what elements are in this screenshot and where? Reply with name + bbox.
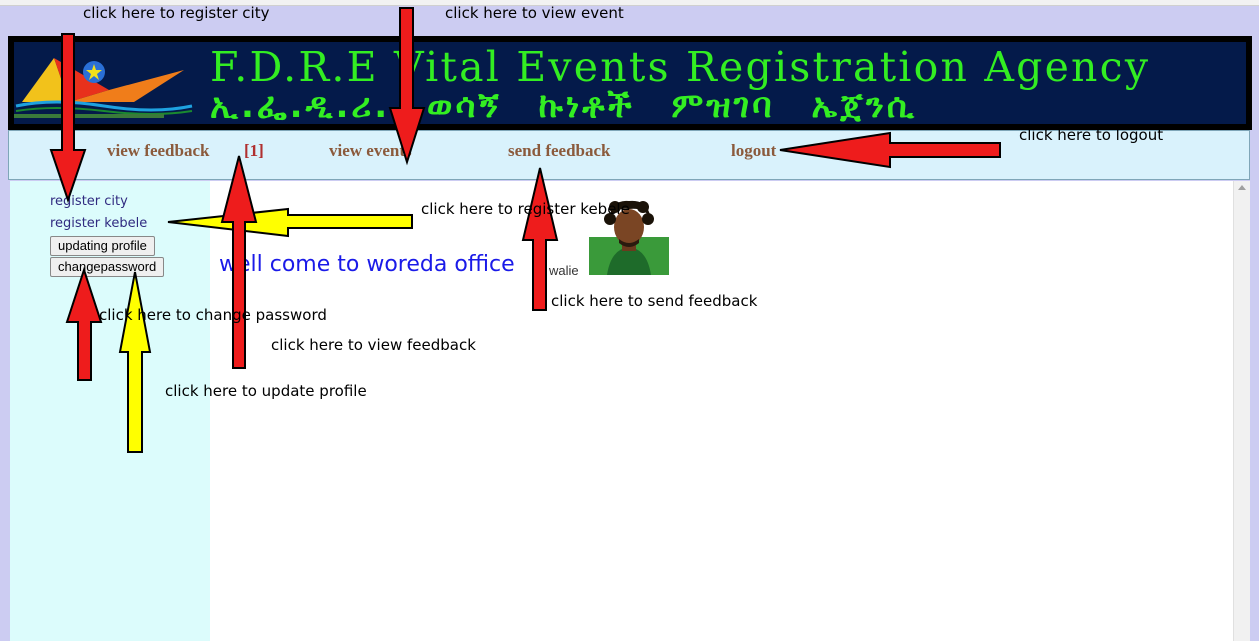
updating-profile-button[interactable]: updating profile (50, 236, 155, 256)
annotation-register-city: click here to register city (83, 4, 270, 22)
nav-view-events[interactable]: view events (329, 141, 412, 161)
register-city-link[interactable]: register city (50, 194, 128, 209)
annotation-logout: click here to logout (1019, 126, 1164, 144)
main-content (210, 181, 1233, 641)
change-password-button[interactable]: changepassword (50, 257, 165, 277)
welcome-heading: well come to woreda office (219, 252, 515, 277)
annotation-send-feedback: click here to send feedback (551, 292, 758, 310)
annotation-view-feedback: click here to view feedback (271, 336, 476, 354)
username-label: walie (549, 263, 579, 278)
annotation-change-password: click here to change password (99, 306, 327, 324)
banner-title-english: F.D.R.E Vital Events Registration Agency (210, 43, 1151, 91)
vertical-scrollbar[interactable] (1233, 181, 1250, 641)
feedback-count-badge[interactable]: [1] (244, 141, 264, 161)
scroll-up-arrow-icon[interactable] (1238, 185, 1246, 190)
nav-send-feedback[interactable]: send feedback (508, 141, 610, 161)
register-kebele-link[interactable]: register kebele (50, 216, 147, 231)
annotation-update-profile: click here to update profile (165, 382, 367, 400)
banner-inner: F.D.R.E Vital Events Registration Agency… (14, 42, 1246, 124)
sidebar: register city register kebele updating p… (10, 181, 210, 641)
annotation-view-event: click here to view event (445, 4, 624, 22)
nav-logout[interactable]: logout (731, 141, 776, 161)
banner-title-amharic: ኢ.ፌ.ዲ.ሪ. ወሳኝ ኩነቶች ምዝገባ ኤጀንሲ (210, 86, 918, 124)
nav-view-feedback[interactable]: view feedback (107, 141, 209, 161)
vital-events-agency-logo (14, 58, 193, 118)
header-banner: F.D.R.E Vital Events Registration Agency… (8, 36, 1252, 130)
annotation-register-kebele: click here to register kebele (421, 200, 630, 218)
